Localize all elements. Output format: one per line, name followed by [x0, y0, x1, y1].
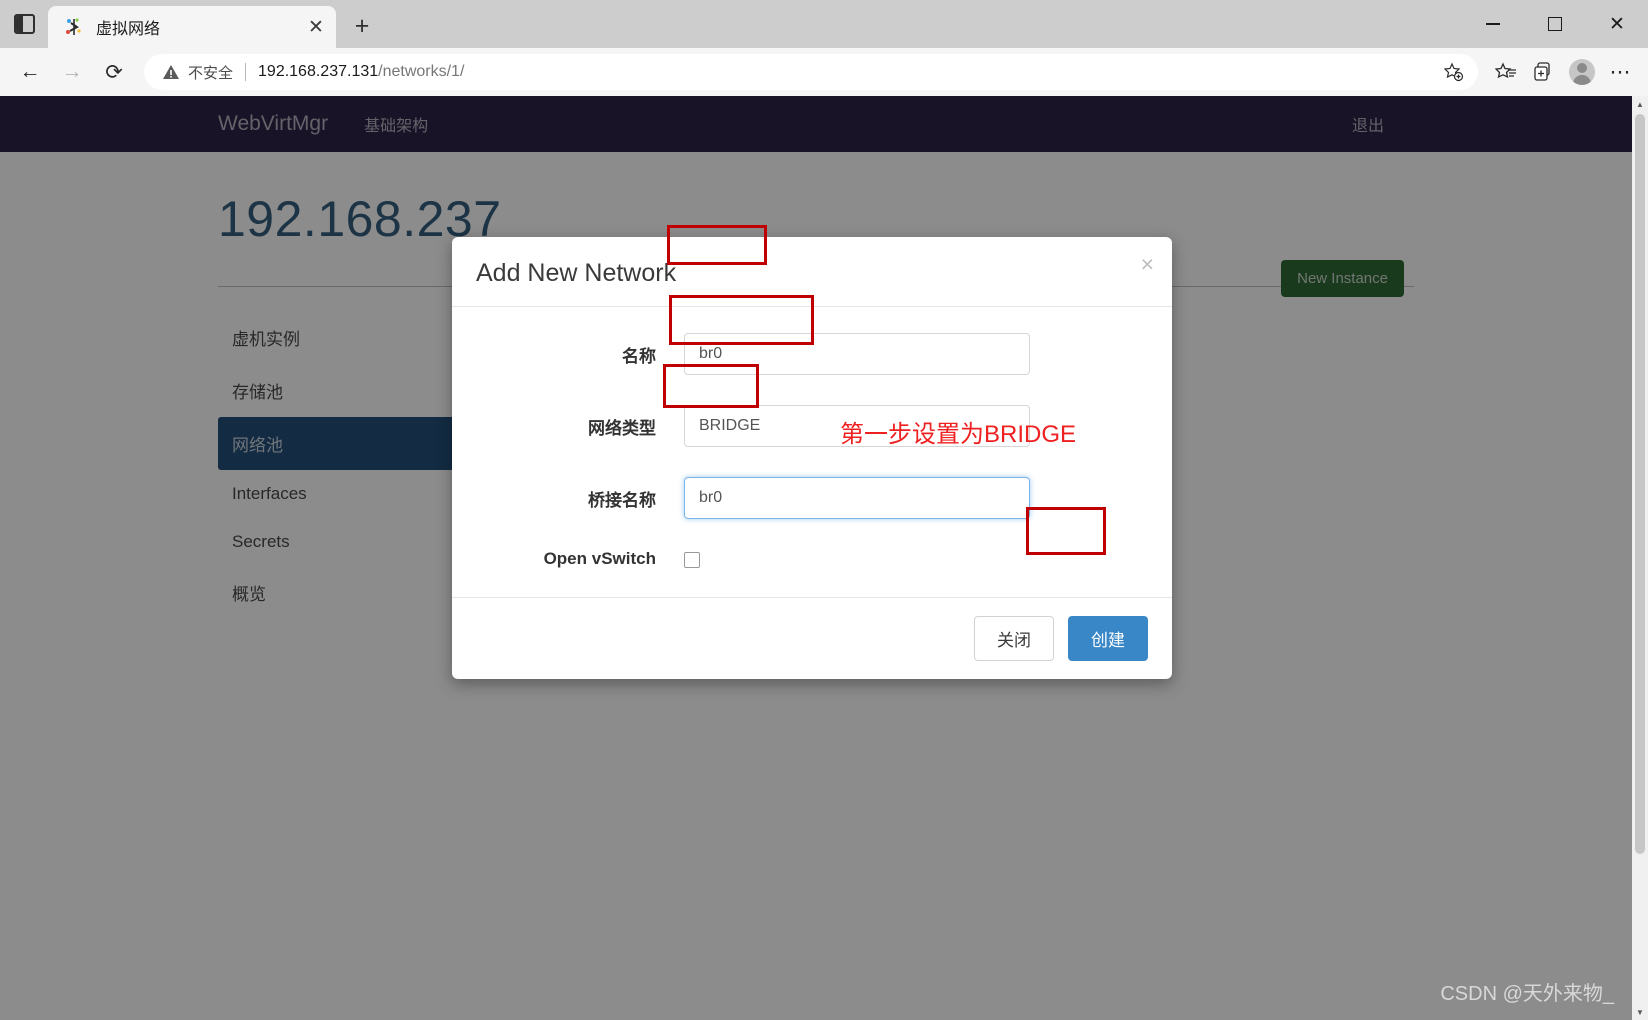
form-row-name: 名称	[476, 333, 1148, 375]
page-scrollbar[interactable]: ▲ ▼	[1632, 96, 1648, 1020]
label-network-type: 网络类型	[588, 418, 656, 438]
dialog-footer: 关闭 创建	[452, 597, 1172, 679]
browser-toolbar: ← → ⟳ 不安全 192.168.237.131/networks/1/ ⋯	[0, 48, 1648, 96]
form-row-bridge-name: 桥接名称	[476, 477, 1148, 519]
tab-title: 虚拟网络	[96, 21, 161, 38]
url-host: 192.168.237.131	[258, 63, 379, 80]
tab-actions-icon[interactable]	[0, 0, 48, 48]
form-row-type: 网络类型 第一步设置为BRIDGE	[476, 405, 1148, 448]
omnibox-divider	[245, 63, 247, 81]
omnibox-actions	[1436, 54, 1472, 90]
dialog-body: 名称 网络类型 第一步设置为BRIDGE 桥接名称	[452, 307, 1172, 597]
new-tab-button[interactable]: +	[342, 6, 382, 46]
favorites-icon[interactable]	[1488, 54, 1524, 90]
dialog-close-icon[interactable]: ×	[1141, 253, 1154, 276]
scroll-down-arrow[interactable]: ▼	[1632, 1004, 1648, 1020]
maximize-button[interactable]	[1524, 0, 1586, 48]
network-name-input[interactable]	[684, 333, 1030, 375]
settings-more-icon[interactable]: ⋯	[1602, 54, 1638, 90]
webvirtmgr-favicon-icon	[64, 17, 84, 37]
window-controls: ✕	[1462, 0, 1648, 48]
security-status-text: 不安全	[188, 64, 234, 82]
scroll-up-arrow[interactable]: ▲	[1632, 96, 1648, 112]
tab-close-icon[interactable]: ✕	[302, 13, 330, 41]
add-network-dialog: Add New Network × 名称 网络类型 第一步设置为BRIDGE	[452, 237, 1172, 679]
add-favorite-icon[interactable]	[1436, 54, 1472, 90]
scrollbar-thumb[interactable]	[1635, 114, 1645, 854]
field-wrap-vswitch	[684, 550, 1148, 568]
back-button[interactable]: ←	[10, 52, 50, 92]
reload-button[interactable]: ⟳	[94, 52, 134, 92]
label-open-vswitch: Open vSwitch	[543, 549, 656, 568]
field-wrap-bridge-name	[684, 477, 1148, 519]
title-bar: 虚拟网络 ✕ + ✕	[0, 0, 1648, 48]
page-viewport: WebVirtMgr 基础架构 退出 192.168.237 New Insta…	[0, 96, 1648, 1020]
dialog-close-button[interactable]: 关闭	[974, 616, 1054, 661]
bridge-name-input[interactable]	[684, 477, 1030, 519]
label-name: 名称	[622, 346, 656, 366]
address-bar[interactable]: 不安全 192.168.237.131/networks/1/	[144, 54, 1478, 90]
label-bridge-name: 桥接名称	[588, 490, 656, 510]
dialog-header: Add New Network ×	[452, 237, 1172, 307]
field-wrap-type: 第一步设置为BRIDGE	[684, 405, 1148, 448]
profile-avatar[interactable]	[1564, 54, 1600, 90]
watermark: CSDN @天外来物_	[1440, 983, 1614, 1005]
close-window-button[interactable]: ✕	[1586, 0, 1648, 48]
url-text: 192.168.237.131/networks/1/	[258, 63, 464, 81]
dialog-title: Add New Network	[476, 259, 677, 287]
not-secure-warning-icon	[162, 64, 180, 80]
url-path: /networks/1/	[378, 63, 465, 80]
collections-icon[interactable]	[1526, 54, 1562, 90]
browser-window: 虚拟网络 ✕ + ✕ ← → ⟳ 不安全 192.168.237.131/net…	[0, 0, 1648, 1020]
dialog-create-button[interactable]: 创建	[1068, 616, 1148, 661]
field-wrap-name	[684, 333, 1148, 375]
forward-button[interactable]: →	[52, 52, 92, 92]
open-vswitch-checkbox[interactable]	[684, 552, 700, 568]
form-row-open-vswitch: Open vSwitch	[476, 549, 1148, 569]
minimize-button[interactable]	[1462, 0, 1524, 48]
annotation-bridge-note: 第一步设置为BRIDGE	[840, 421, 1077, 448]
browser-tab[interactable]: 虚拟网络 ✕	[48, 6, 336, 48]
